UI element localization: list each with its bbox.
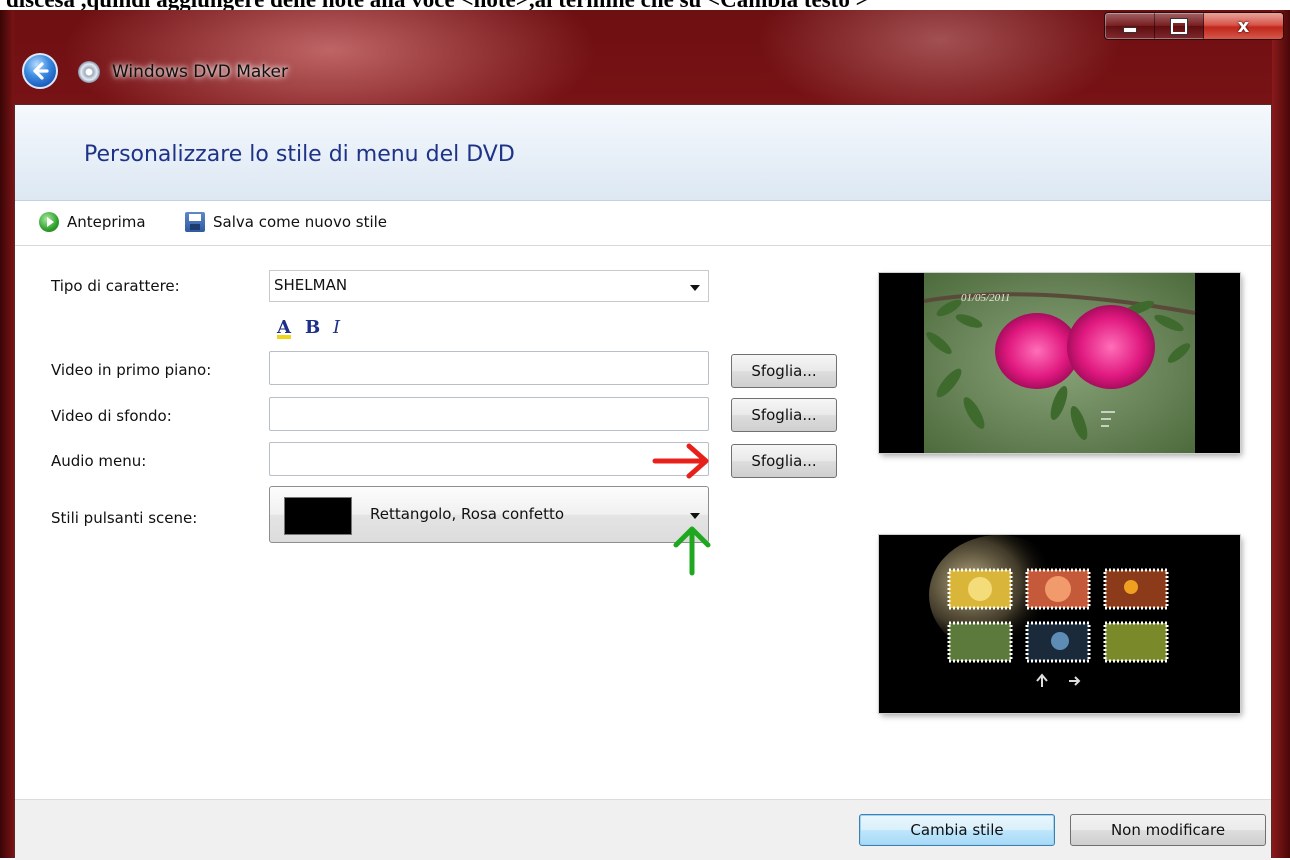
save-icon [185, 212, 205, 232]
chevron-down-icon [690, 513, 700, 519]
scene-styles-value: Rettangolo, Rosa confetto [370, 505, 565, 523]
scene-styles-dropdown[interactable]: Rettangolo, Rosa confetto [269, 486, 709, 543]
back-button[interactable] [22, 53, 58, 89]
action-bar: Cambia stile Non modificare [15, 799, 1271, 860]
minimize-icon [1122, 27, 1137, 33]
font-label: Tipo di carattere: [51, 277, 180, 295]
menu-preview-main: 01/05/2011 [879, 273, 1240, 453]
close-button[interactable]: x [1203, 13, 1283, 39]
font-color-button[interactable]: A [277, 317, 291, 338]
foreground-video-field[interactable] [269, 351, 709, 385]
frame-left-edge [0, 10, 14, 858]
page-title: Personalizzare lo stile di menu del DVD [84, 142, 515, 167]
dont-change-button[interactable]: Non modificare [1070, 814, 1266, 846]
preview-button[interactable]: Anteprima [39, 211, 146, 233]
flower-preview-image: 01/05/2011 [923, 273, 1196, 453]
maximize-button[interactable] [1155, 13, 1204, 39]
frame-right-edge [1272, 10, 1290, 858]
app-title: Windows DVD Maker [112, 62, 288, 82]
play-icon [39, 212, 59, 232]
back-arrow-icon [33, 62, 49, 80]
close-icon: x [1237, 15, 1250, 37]
preview-label: Anteprima [67, 213, 146, 231]
header-band: Personalizzare lo stile di menu del DVD [15, 105, 1271, 201]
red-arrow-annotation [652, 443, 709, 479]
dvd-maker-app-icon [78, 61, 100, 83]
browse-background-button[interactable]: Sfoglia... [731, 398, 837, 432]
preview-date-overlay: 01/05/2011 [961, 292, 1010, 304]
window-controls: x [1104, 12, 1284, 40]
toolbar: Anteprima Salva come nuovo stile [15, 201, 1271, 246]
browse-audio-button[interactable]: Sfoglia... [731, 444, 837, 478]
save-as-new-style-button[interactable]: Salva come nuovo stile [185, 211, 387, 233]
change-style-button[interactable]: Cambia stile [859, 814, 1055, 846]
browse-foreground-button[interactable]: Sfoglia... [731, 354, 837, 388]
maximize-icon [1170, 17, 1189, 35]
scene-thumbnails-preview [879, 535, 1240, 713]
background-video-field[interactable] [269, 397, 709, 431]
save-style-label: Salva come nuovo stile [213, 213, 388, 231]
scene-style-swatch [284, 497, 352, 535]
bold-button[interactable]: B [305, 317, 320, 338]
audio-menu-label: Audio menu: [51, 452, 147, 470]
italic-button[interactable]: I [333, 317, 340, 338]
minimize-button[interactable] [1105, 13, 1156, 39]
scene-styles-label: Stili pulsanti scene: [51, 509, 198, 527]
audio-menu-field[interactable] [269, 442, 709, 476]
menu-preview-scenes [879, 535, 1240, 713]
chevron-down-icon [690, 285, 700, 291]
client-area: Personalizzare lo stile di menu del DVD … [14, 104, 1272, 860]
background-video-label: Video di sfondo: [51, 407, 172, 425]
green-arrow-annotation [673, 526, 711, 576]
font-value: SHELMAN [274, 276, 348, 294]
foreground-video-label: Video in primo piano: [51, 361, 212, 379]
font-dropdown[interactable]: SHELMAN [269, 270, 709, 302]
